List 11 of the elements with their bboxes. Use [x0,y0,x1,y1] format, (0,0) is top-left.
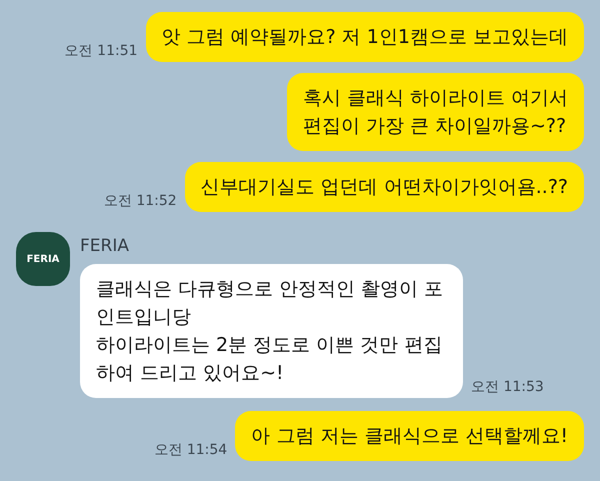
message-time: 오전 11:52 [104,192,177,211]
message-bubble: 혹시 클래식 하이라이트 여기서 편집이 가장 큰 차이일까용~?? [286,73,584,151]
message-bubble: 클래식은 다큐형으로 안정적인 촬영이 포인트입니당 하이라이트는 2분 정도로 이쁜 것만 편집하여 드리고 있어요~! [80,264,463,398]
message-bubble: 신부대기실도 업던데 어떤차이가잇어욤..?? [184,162,584,212]
message-time: 오전 11:51 [64,42,138,61]
message-time: 오전 11:54 [154,441,228,460]
avatar: FERIA [16,232,70,286]
message-bubble: 앗 그럼 예약될까요? 저 1인1캠으로 보고있는데 [146,12,584,62]
sender-name: FERIA [80,236,130,256]
message-bubble: 아 그럼 저는 클래식으로 선택할께요! [235,411,584,461]
message-time: 오전 11:53 [471,378,544,397]
